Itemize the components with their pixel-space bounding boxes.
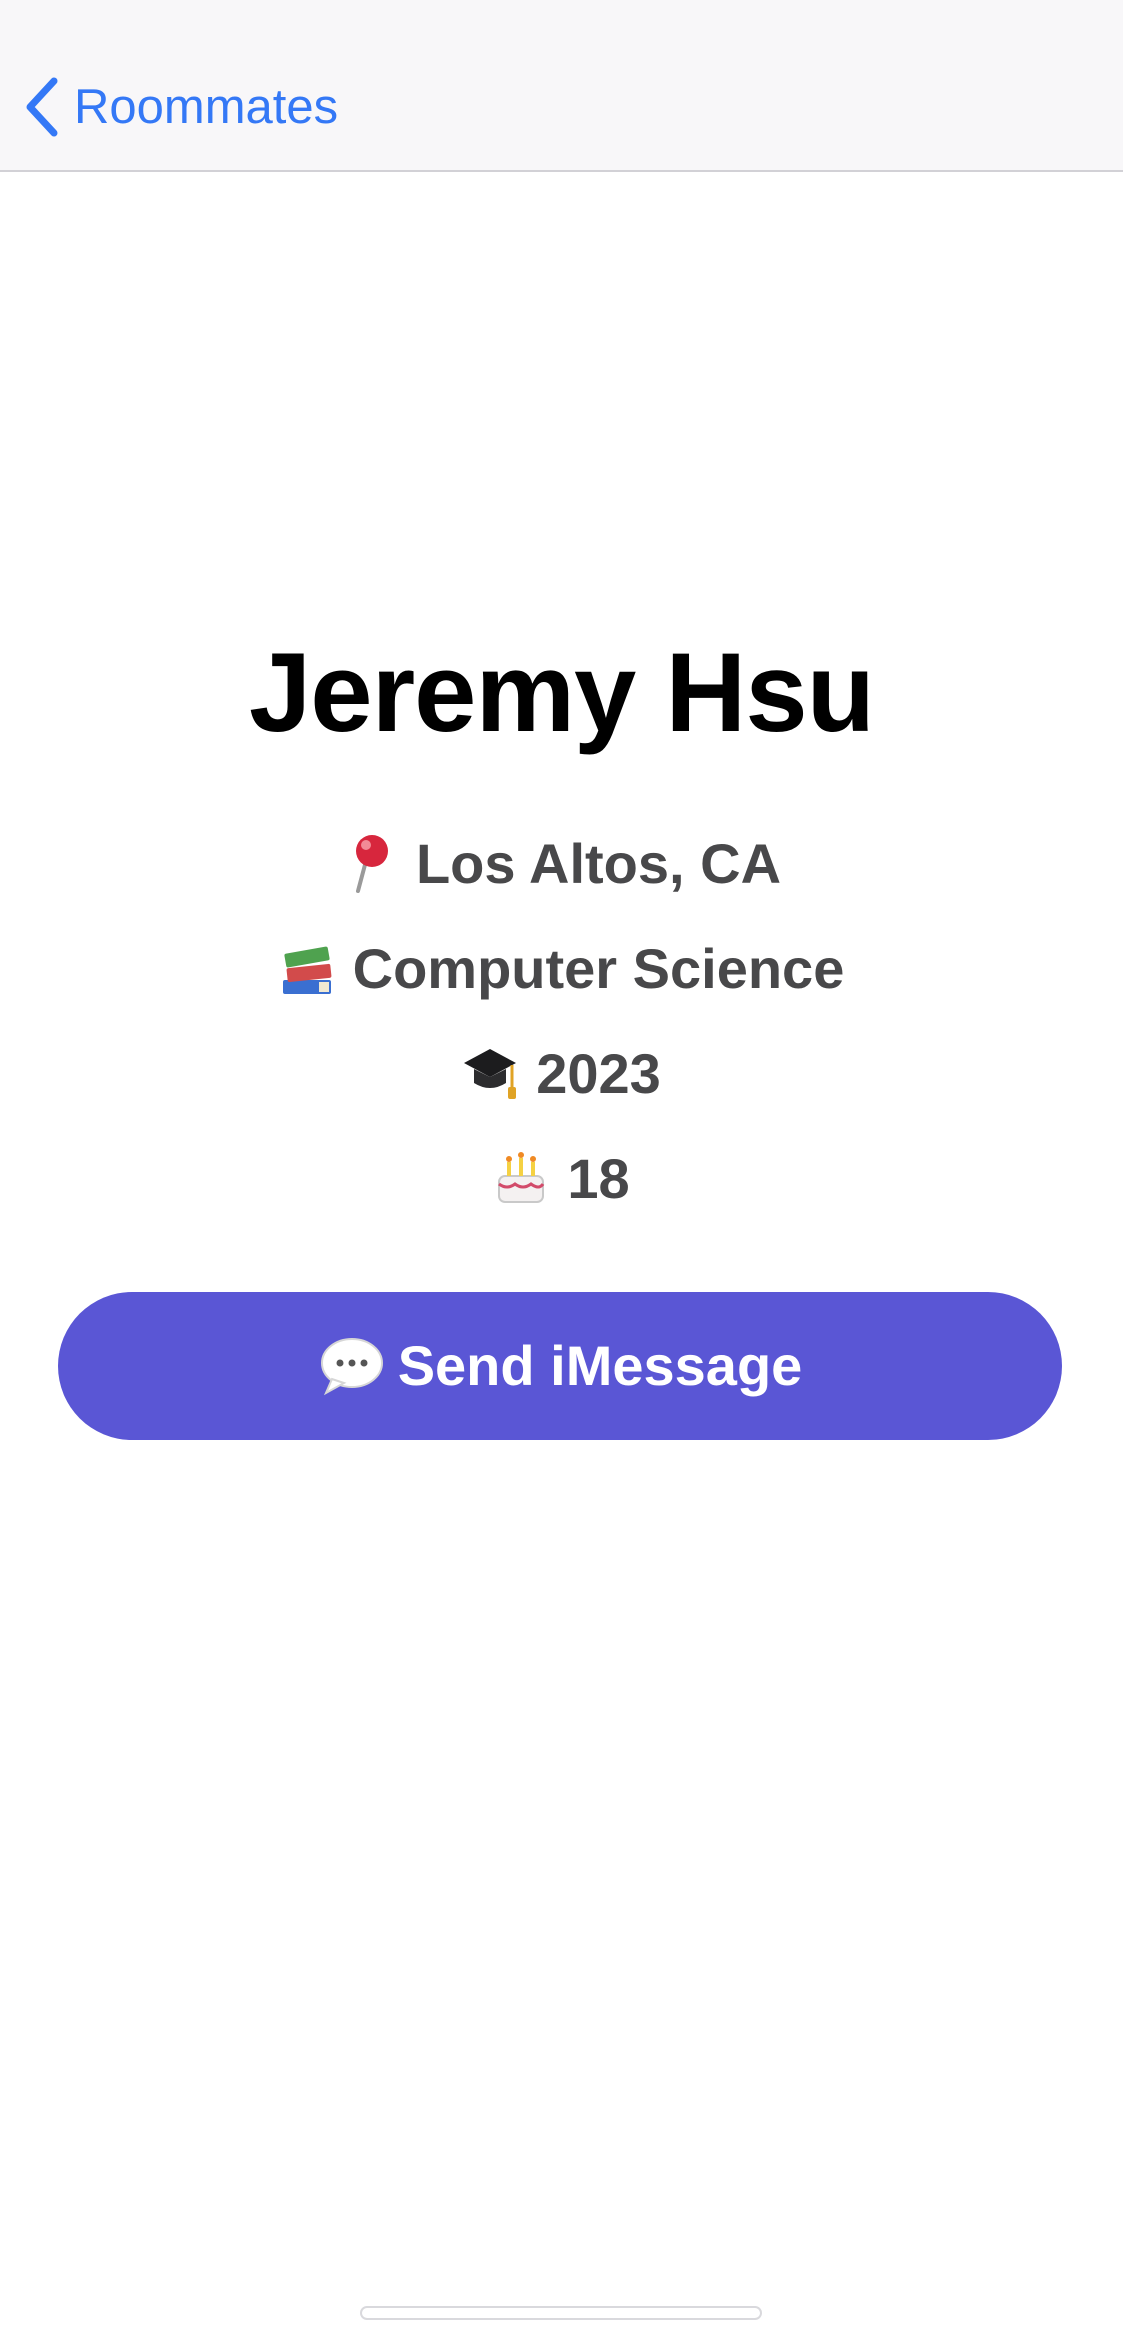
chevron-left-icon bbox=[26, 77, 58, 137]
major-row: Computer Science bbox=[0, 929, 1123, 1009]
birthday-cake-icon bbox=[498, 1152, 545, 1204]
class-year-row: 2023 bbox=[0, 1034, 1123, 1114]
send-imessage-button[interactable]: Send iMessage bbox=[58, 1292, 1062, 1440]
books-icon bbox=[282, 946, 332, 995]
home-indicator[interactable] bbox=[360, 2306, 762, 2320]
location-text: Los Altos, CA bbox=[415, 832, 782, 895]
location-row: Los Altos, CA bbox=[0, 824, 1123, 904]
class-year-text: 2023 bbox=[536, 1042, 661, 1105]
round-pushpin-icon bbox=[355, 835, 388, 894]
age-text: 18 bbox=[567, 1147, 630, 1210]
profile-name: Jeremy Hsu bbox=[248, 630, 875, 755]
major-text: Computer Science bbox=[352, 937, 845, 1000]
speech-balloon-icon bbox=[320, 1338, 383, 1396]
graduation-cap-icon bbox=[464, 1049, 517, 1100]
age-row: 18 bbox=[0, 1139, 1123, 1219]
back-button[interactable]: Roommates bbox=[22, 72, 338, 142]
back-button-label: Roommates bbox=[74, 80, 339, 134]
navigation-bar: Roommates bbox=[0, 0, 1123, 172]
send-imessage-label: Send iMessage bbox=[397, 1334, 803, 1397]
